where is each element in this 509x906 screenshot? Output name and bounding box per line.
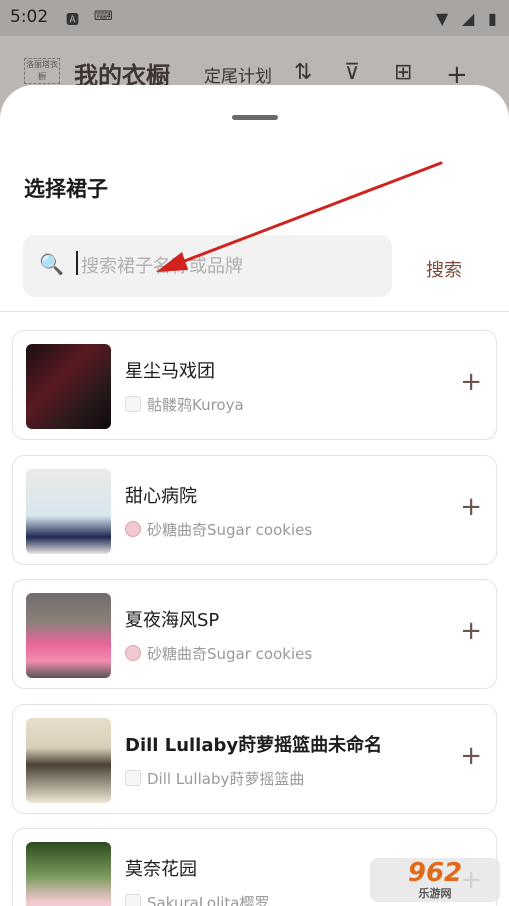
annotation-arrow — [156, 161, 443, 272]
watermark-logo: 962 乐游网 — [370, 858, 500, 902]
watermark-sub: 乐游网 — [418, 887, 452, 900]
watermark-text: 962 — [407, 858, 463, 888]
